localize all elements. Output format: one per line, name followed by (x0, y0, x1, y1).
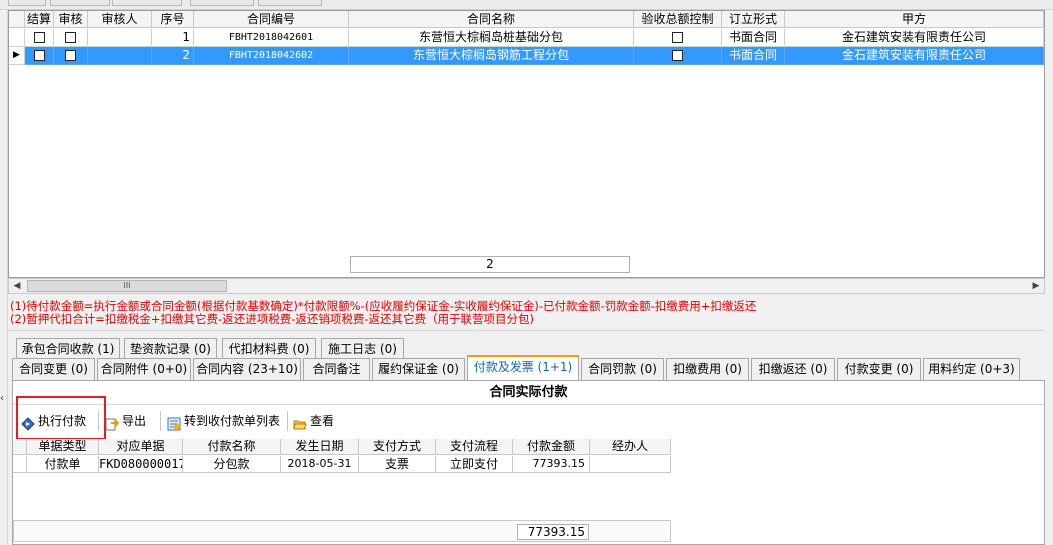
acceptance-checkbox[interactable] (672, 32, 683, 43)
to-payment-list-label: 转到收付款单列表 (184, 414, 281, 428)
tab-advance-payment[interactable]: 垫资款记录 (0) (124, 338, 217, 360)
tab-material-agreement[interactable]: 用料约定 (0+3) (923, 358, 1020, 380)
col-header-doc-type[interactable]: 单据类型 (27, 439, 99, 455)
contract-grid: 结算 审核 审核人 序号 合同编号 合同名称 验收总额控制 订立形式 甲方 1 … (8, 10, 1045, 278)
contract-code-cell: FBHT2018042602 (194, 47, 349, 65)
col-header-seq[interactable]: 序号 (152, 11, 194, 28)
summary-footer: 77393.15 (13, 520, 671, 542)
folder-open-icon (293, 415, 307, 429)
tab-contract-remarks[interactable]: 合同备注 (303, 358, 370, 380)
tab-contract-receipt[interactable]: 承包合同收款 (1) (16, 338, 120, 360)
audit-checkbox[interactable] (65, 32, 76, 43)
tab-deduction-fees[interactable]: 扣缴费用 (0) (666, 358, 749, 380)
party-a-cell: 金石建筑安装有限责任公司 (785, 29, 1044, 47)
related-doc-cell: FKD080000017 (99, 456, 183, 473)
pay-method-cell: 支票 (359, 456, 436, 473)
contract-name-cell: 东营恒大棕榈岛桩基础分包 (349, 29, 634, 47)
splitter[interactable] (8, 330, 1045, 334)
tab-performance-bond[interactable]: 履约保证金 (0) (372, 358, 465, 380)
col-header-contract-code[interactable]: 合同编号 (194, 11, 349, 28)
toolbar-separator (160, 411, 161, 431)
date-cell: 2018-05-31 (281, 456, 359, 473)
seq-cell: 1 (152, 29, 194, 47)
view-label: 查看 (310, 414, 335, 428)
top-button-1[interactable] (8, 0, 46, 6)
export-button[interactable]: 导出 (105, 409, 146, 433)
tab-contract-penalty[interactable]: 合同罚款 (0) (581, 358, 664, 380)
col-header-contract-name[interactable]: 合同名称 (349, 11, 634, 28)
settle-checkbox[interactable] (33, 50, 45, 61)
panel-title: 合同实际付款 (13, 381, 1044, 405)
total-amount: 77393.15 (517, 524, 589, 540)
col-header-date[interactable]: 发生日期 (281, 439, 359, 455)
export-label: 导出 (122, 414, 147, 428)
acceptance-checkbox[interactable] (672, 50, 683, 61)
col-header-handler[interactable]: 经办人 (590, 439, 671, 455)
toolbar-separator (287, 411, 288, 431)
col-header-acceptance-control[interactable]: 验收总额控制 (634, 11, 722, 28)
col-header-party-a[interactable]: 甲方 (785, 11, 1044, 28)
tab-payment-invoice[interactable]: 付款及发票 (1+1) (467, 355, 579, 380)
col-header-form[interactable]: 订立形式 (722, 11, 785, 28)
col-header-audit[interactable]: 审核 (54, 11, 88, 28)
col-header-related-doc[interactable]: 对应单据 (99, 439, 183, 455)
to-payment-list-button[interactable]: 转到收付款单列表 (167, 409, 280, 433)
payment-panel: 合同实际付款 执行付款 导出 转到收付款单列表 查看 单据类型 对应单据 付款名… (12, 380, 1045, 545)
scroll-right-arrow-icon[interactable]: ▶ (1028, 279, 1044, 293)
formula-note-2: (2)暂押代扣合计=扣缴税金+扣缴其它费-返还进项税费-返还销项税费-返还其它费… (10, 312, 534, 326)
auditor-cell (88, 47, 152, 65)
row-indicator-header (13, 439, 27, 455)
view-button[interactable]: 查看 (293, 409, 334, 433)
horizontal-scrollbar[interactable]: ◀ III ▶ (8, 278, 1045, 294)
seq-cell: 2 (152, 47, 194, 65)
tab-deduction-refund[interactable]: 扣缴返还 (0) (751, 358, 835, 380)
scroll-left-arrow-icon[interactable]: ◀ (9, 279, 25, 293)
pay-flow-cell: 立即支付 (436, 456, 513, 473)
col-header-pay-method[interactable]: 支付方式 (359, 439, 436, 455)
col-header-amount[interactable]: 付款金额 (513, 439, 590, 455)
col-header-payment-name[interactable]: 付款名称 (183, 439, 281, 455)
list-icon (167, 415, 181, 430)
scroll-thumb[interactable]: III (27, 280, 227, 292)
tab-contract-change[interactable]: 合同变更 (0) (12, 358, 95, 380)
top-button-3[interactable] (112, 0, 182, 6)
row-indicator-header (9, 11, 25, 28)
top-button-2[interactable] (50, 0, 110, 6)
doc-type-cell: 付款单 (27, 456, 99, 473)
tab-construction-log[interactable]: 施工日志 (0) (321, 338, 404, 360)
export-icon (105, 415, 120, 430)
amount-cell: 77393.15 (513, 456, 590, 473)
row-count-footer: 2 (350, 256, 630, 273)
col-header-auditor[interactable]: 审核人 (88, 11, 152, 28)
audit-checkbox[interactable] (65, 50, 76, 61)
tab-contract-content[interactable]: 合同内容 (23+10) (193, 358, 301, 380)
party-a-cell: 金石建筑安装有限责任公司 (785, 47, 1044, 65)
payment-name-cell: 分包款 (183, 456, 281, 473)
highlight-box (16, 396, 106, 440)
handler-cell (590, 456, 671, 473)
collapse-arrow-icon[interactable]: ‹ (0, 392, 8, 406)
row-indicator (9, 29, 25, 47)
panel-toolbar: 执行付款 导出 转到收付款单列表 查看 (13, 407, 1044, 435)
top-button-5[interactable] (258, 0, 322, 6)
row-indicator (13, 456, 27, 473)
form-cell: 书面合同 (722, 29, 785, 47)
tab-contract-attachment[interactable]: 合同附件 (0+0) (97, 358, 191, 380)
contract-name-cell: 东营恒大棕榈岛钢筋工程分包 (349, 47, 634, 65)
top-button-4[interactable] (190, 0, 254, 6)
col-header-settle[interactable]: 结算 (25, 11, 54, 28)
auditor-cell (88, 29, 152, 47)
current-row-arrow-icon: ▶ (9, 47, 25, 65)
settle-checkbox[interactable] (33, 32, 45, 43)
top-toolbar-strip (0, 0, 1053, 10)
form-cell: 书面合同 (722, 47, 785, 65)
tab-material-deduction[interactable]: 代扣材料费 (0) (222, 338, 316, 360)
left-splitter[interactable] (0, 10, 8, 545)
contract-code-cell: FBHT2018042601 (194, 29, 349, 47)
col-header-pay-flow[interactable]: 支付流程 (436, 439, 513, 455)
tab-payment-change[interactable]: 付款变更 (0) (837, 358, 921, 380)
